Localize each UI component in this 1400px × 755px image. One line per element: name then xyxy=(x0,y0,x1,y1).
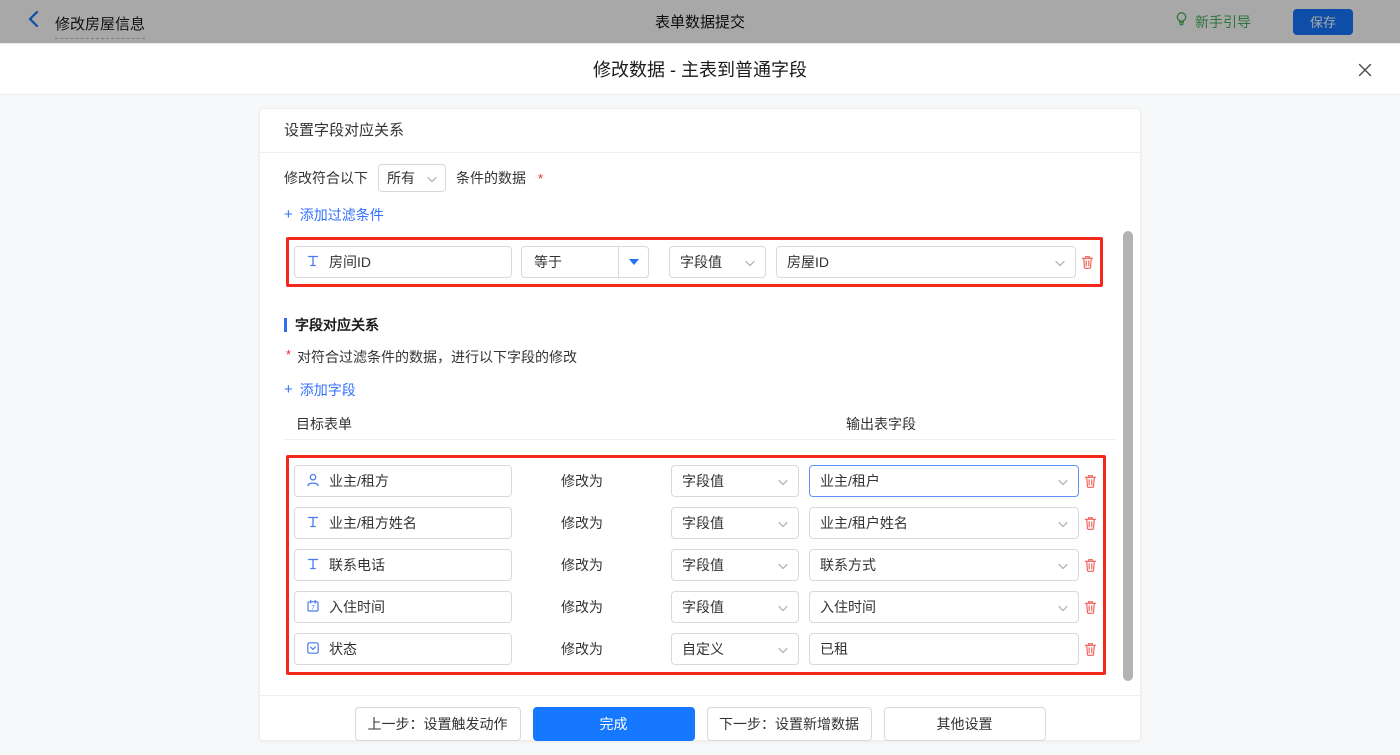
modify-to-label: 修改为 xyxy=(561,471,671,491)
modal-title: 修改数据 - 主表到普通字段 xyxy=(593,56,807,82)
modify-to-label: 修改为 xyxy=(561,513,671,533)
mapping-section-heading: 字段对应关系 xyxy=(284,315,1116,335)
column-header-output-field: 输出表字段 xyxy=(846,414,916,434)
delete-row-icon[interactable] xyxy=(1083,515,1099,532)
mapping-value-select[interactable]: 入住时间 xyxy=(809,591,1079,623)
chevron-down-icon xyxy=(778,557,788,573)
heading-accent-bar xyxy=(284,318,287,332)
filter-intro-prefix: 修改符合以下 xyxy=(284,168,368,188)
text-field-icon xyxy=(305,556,321,575)
lightbulb-icon xyxy=(1174,11,1189,33)
mapping-field-input[interactable]: 业主/租方 xyxy=(294,465,512,497)
delete-row-icon[interactable] xyxy=(1083,557,1099,574)
mapping-highlight-box: 业主/租方 修改为 字段值 业主/租户 xyxy=(286,455,1106,675)
date-field-icon: 7 xyxy=(305,598,321,617)
caret-down-icon xyxy=(618,247,648,277)
close-icon[interactable] xyxy=(1356,61,1374,79)
mapping-mode-select[interactable]: 自定义 xyxy=(671,633,799,665)
mapping-row: 业主/租方 修改为 字段值 业主/租户 xyxy=(294,465,1099,497)
mapping-value-select[interactable]: 业主/租户姓名 xyxy=(809,507,1079,539)
column-header-divider xyxy=(284,439,1116,440)
delete-row-icon[interactable] xyxy=(1083,599,1099,616)
svg-text:7: 7 xyxy=(311,604,315,611)
required-mark: * xyxy=(538,171,543,186)
modify-to-label: 修改为 xyxy=(561,639,671,659)
chevron-down-icon xyxy=(427,170,437,186)
beginner-guide-label: 新手引导 xyxy=(1195,12,1251,32)
filter-intro-suffix: 条件的数据 xyxy=(456,168,526,188)
add-field-button[interactable]: + 添加字段 xyxy=(284,380,356,400)
filter-scope-select[interactable]: 所有 xyxy=(378,164,446,192)
mapping-row: 状态 修改为 自定义 已租 xyxy=(294,633,1099,665)
topbar: 修改房屋信息 表单数据提交 新手引导 保存 xyxy=(0,0,1400,44)
prev-step-button[interactable]: 上一步：设置触发动作 xyxy=(355,707,521,741)
mapping-mode-select[interactable]: 字段值 xyxy=(671,465,799,497)
chevron-down-icon xyxy=(778,473,788,489)
filter-value-type-select[interactable]: 字段值 xyxy=(669,246,766,278)
member-field-icon xyxy=(305,472,321,491)
filter-operator-select[interactable]: 等于 xyxy=(521,246,649,278)
topbar-title: 表单数据提交 xyxy=(655,11,745,32)
beginner-guide-button[interactable]: 新手引导 xyxy=(1174,11,1251,33)
chevron-down-icon xyxy=(778,599,788,615)
filter-intro-row: 修改符合以下 所有 条件的数据 * xyxy=(284,164,1116,192)
finish-button[interactable]: 完成 xyxy=(533,707,695,741)
mapping-field-input[interactable]: 7 入住时间 xyxy=(294,591,512,623)
modify-to-label: 修改为 xyxy=(561,597,671,617)
add-filter-condition-button[interactable]: + 添加过滤条件 xyxy=(284,205,384,225)
mapping-row: 业主/租方姓名 修改为 字段值 业主/租户姓名 xyxy=(294,507,1099,539)
other-settings-button[interactable]: 其他设置 xyxy=(884,707,1046,741)
modify-to-label: 修改为 xyxy=(561,555,671,575)
mapping-description: * 对符合过滤条件的数据，进行以下字段的修改 xyxy=(284,347,1116,367)
required-mark: * xyxy=(286,347,291,362)
text-field-icon xyxy=(305,253,321,272)
modal-body: 设置字段对应关系 修改符合以下 所有 条件的数据 * + 添加过滤条件 xyxy=(0,95,1400,755)
mapping-column-headers: 目标表单 输出表字段 xyxy=(284,414,1116,432)
text-field-icon xyxy=(305,514,321,533)
mapping-mode-select[interactable]: 字段值 xyxy=(671,591,799,623)
settings-card: 设置字段对应关系 修改符合以下 所有 条件的数据 * + 添加过滤条件 xyxy=(259,108,1141,741)
filter-value-field-select[interactable]: 房屋ID xyxy=(776,246,1076,278)
plus-icon: + xyxy=(284,383,293,397)
flow-name-label[interactable]: 修改房屋信息 xyxy=(55,13,145,39)
back-chevron-icon xyxy=(26,9,42,34)
chevron-down-icon xyxy=(1058,515,1068,531)
chevron-down-icon xyxy=(1058,557,1068,573)
delete-row-icon[interactable] xyxy=(1083,473,1099,490)
mapping-value-select[interactable]: 联系方式 xyxy=(809,549,1079,581)
card-title: 设置字段对应关系 xyxy=(260,109,1140,153)
chevron-down-icon xyxy=(778,515,788,531)
footer-actions: 上一步：设置触发动作 完成 下一步：设置新增数据 其他设置 xyxy=(260,707,1140,741)
chevron-down-icon xyxy=(1058,473,1068,489)
next-step-button[interactable]: 下一步：设置新增数据 xyxy=(707,707,872,741)
plus-icon: + xyxy=(284,208,293,222)
mapping-row: 联系电话 修改为 字段值 联系方式 xyxy=(294,549,1099,581)
chevron-down-icon xyxy=(1058,599,1068,615)
column-header-target-form: 目标表单 xyxy=(296,414,352,434)
delete-row-icon[interactable] xyxy=(1083,641,1099,658)
vertical-scrollbar-thumb[interactable] xyxy=(1123,231,1133,681)
chevron-down-icon xyxy=(778,641,788,657)
mapping-mode-select[interactable]: 字段值 xyxy=(671,507,799,539)
back-button[interactable]: 修改房屋信息 xyxy=(26,5,145,39)
chevron-down-icon xyxy=(745,254,755,270)
mapping-value-select[interactable]: 业主/租户 xyxy=(809,465,1079,497)
mapping-field-input[interactable]: 联系电话 xyxy=(294,549,512,581)
delete-filter-icon[interactable] xyxy=(1080,254,1096,271)
select-field-icon xyxy=(305,640,321,659)
filter-field-input[interactable]: 房间ID xyxy=(294,246,512,278)
mapping-mode-select[interactable]: 字段值 xyxy=(671,549,799,581)
footer-divider xyxy=(260,695,1140,696)
modal-header: 修改数据 - 主表到普通字段 xyxy=(0,44,1400,95)
filter-highlight-box: 房间ID 等于 字段值 房屋ID xyxy=(286,237,1103,287)
mapping-field-input[interactable]: 状态 xyxy=(294,633,512,665)
mapping-custom-value-input[interactable]: 已租 xyxy=(809,633,1079,665)
chevron-down-icon xyxy=(1055,254,1065,270)
filter-section: 修改符合以下 所有 条件的数据 * + 添加过滤条件 xyxy=(260,164,1140,675)
save-button[interactable]: 保存 xyxy=(1293,9,1353,35)
mapping-field-input[interactable]: 业主/租方姓名 xyxy=(294,507,512,539)
mapping-row: 7 入住时间 修改为 字段值 入住时间 xyxy=(294,591,1099,623)
